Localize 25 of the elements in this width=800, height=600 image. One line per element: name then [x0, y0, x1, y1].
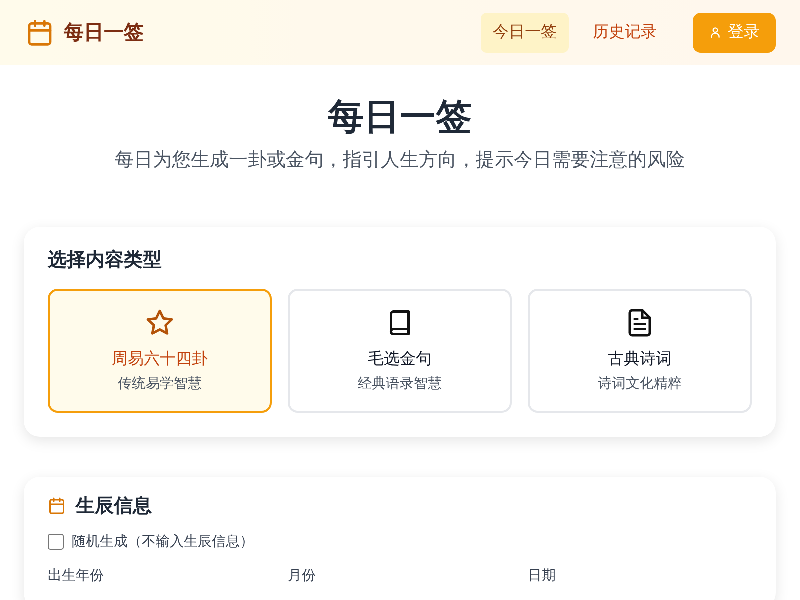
content-type-option[interactable]: 毛选金句 经典语录智慧: [288, 289, 512, 413]
option-description: 经典语录智慧: [358, 375, 442, 394]
calendar-icon: [48, 497, 66, 515]
content-type-option[interactable]: 古典诗词 诗词文化精粹: [528, 289, 752, 413]
user-icon: [709, 26, 722, 39]
checkbox-label: 随机生成（不输入生辰信息）: [72, 533, 254, 551]
option-name: 古典诗词: [608, 348, 672, 370]
nav-tab[interactable]: 历史记录: [581, 12, 669, 52]
calendar-icon: [26, 18, 54, 48]
option-name: 毛选金句: [368, 348, 432, 370]
option-description: 传统易学智慧: [118, 375, 202, 394]
app-logo[interactable]: 每日一签: [64, 19, 144, 46]
star-icon: [145, 308, 175, 338]
field-label: 月份: [288, 567, 317, 585]
nav-tab[interactable]: 今日一签: [481, 12, 569, 52]
section-title: 选择内容类型: [48, 248, 163, 273]
page-subtitle: 每日为您生成一卦或金句，指引人生方向，提示今日需要注意的风险: [114, 148, 686, 173]
section-title: 生辰信息: [76, 494, 152, 519]
field-label: 日期: [528, 567, 557, 585]
field-label: 出生年份: [48, 567, 105, 585]
content-type-option[interactable]: 周易六十四卦 传统易学智慧: [48, 289, 272, 413]
option-description: 诗词文化精粹: [598, 375, 682, 394]
page-title: 每日一签: [327, 96, 473, 140]
checkbox[interactable]: [48, 534, 64, 550]
option-name: 周易六十四卦: [112, 348, 208, 370]
